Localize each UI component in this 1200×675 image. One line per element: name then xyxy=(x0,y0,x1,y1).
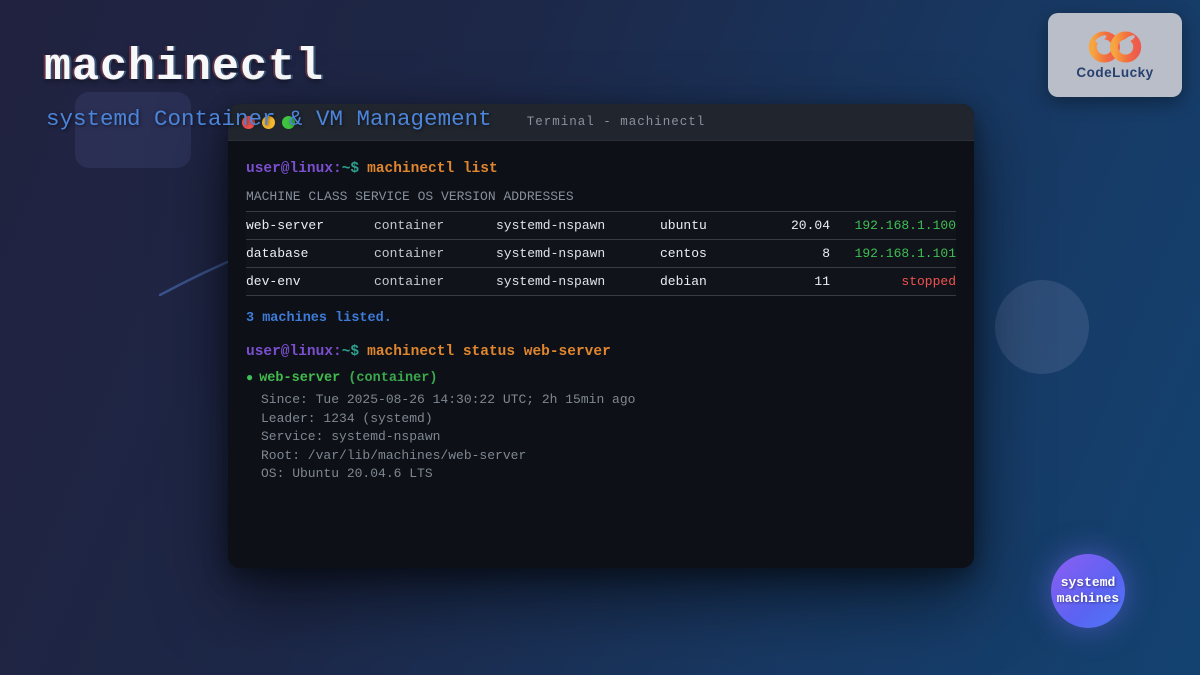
prompt-symbol: ~$ xyxy=(342,344,359,360)
cell-os: ubuntu xyxy=(660,218,758,233)
cell-address: 192.168.1.100 xyxy=(830,218,956,233)
cell-version: 20.04 xyxy=(758,218,830,233)
status-detail-service: Service: systemd-nspawn xyxy=(261,428,956,447)
terminal-body: user@linux:~$machinectl list MACHINE CLA… xyxy=(228,141,974,484)
cell-machine: web-server xyxy=(246,218,374,233)
page-title: machinectl xyxy=(44,42,324,93)
brand-name: CodeLucky xyxy=(1076,65,1153,80)
status-machine-type: (container) xyxy=(348,371,437,386)
prompt-symbol: ~$ xyxy=(342,161,359,177)
cell-address-stopped: stopped xyxy=(830,274,956,289)
status-machine-name: web-server xyxy=(259,371,340,386)
page-canvas: machinectl systemd Container & VM Manage… xyxy=(0,0,1200,675)
machines-table: web-server container systemd-nspawn ubun… xyxy=(246,211,956,296)
command-text-status: machinectl status web-server xyxy=(367,344,611,360)
status-detail-os: OS: Ubuntu 20.04.6 LTS xyxy=(261,465,956,484)
table-row-web-server: web-server container systemd-nspawn ubun… xyxy=(246,212,956,240)
page-subtitle: systemd Container & VM Management xyxy=(46,106,492,132)
cell-address: 192.168.1.101 xyxy=(830,246,956,261)
status-detail-leader: Leader: 1234 (systemd) xyxy=(261,410,956,429)
cell-machine: database xyxy=(246,246,374,261)
brand-card: CodeLucky xyxy=(1048,13,1182,97)
systemd-machines-badge: systemd machines xyxy=(1051,554,1125,628)
badge-line2: machines xyxy=(1057,591,1119,607)
cell-os: debian xyxy=(660,274,758,289)
status-running-icon: ● xyxy=(246,371,253,385)
cell-service: systemd-nspawn xyxy=(496,218,660,233)
table-row-database: database container systemd-nspawn centos… xyxy=(246,240,956,268)
machines-summary: 3 machines listed. xyxy=(246,311,956,326)
cell-version: 11 xyxy=(758,274,830,289)
status-detail-since: Since: Tue 2025-08-26 14:30:22 UTC; 2h 1… xyxy=(261,391,956,410)
cell-class: container xyxy=(374,274,496,289)
cell-class: container xyxy=(374,246,496,261)
command-line-status: user@linux:~$ machinectl status web-serve… xyxy=(246,344,956,360)
cell-version: 8 xyxy=(758,246,830,261)
status-header: ● web-server (container) xyxy=(246,371,956,386)
prompt-user: user@linux: xyxy=(246,344,342,360)
cell-service: systemd-nspawn xyxy=(496,274,660,289)
status-details: Since: Tue 2025-08-26 14:30:22 UTC; 2h 1… xyxy=(261,391,956,484)
command-line-list: user@linux:~$ machinectl list xyxy=(246,161,956,177)
table-row-dev-env: dev-env container systemd-nspawn debian … xyxy=(246,268,956,296)
terminal-window: Terminal - machinectl user@linux:~$machi… xyxy=(228,104,974,568)
cell-machine: dev-env xyxy=(246,274,374,289)
cell-service: systemd-nspawn xyxy=(496,246,660,261)
machines-table-header: MACHINE CLASS SERVICE OS VERSION ADDRESS… xyxy=(246,189,956,204)
command-text-list: machinectl list xyxy=(367,161,498,177)
cell-class: container xyxy=(374,218,496,233)
badge-line1: systemd xyxy=(1061,575,1116,591)
cell-os: centos xyxy=(660,246,758,261)
infinity-logo-icon xyxy=(1083,31,1147,63)
status-detail-root: Root: /var/lib/machines/web-server xyxy=(261,447,956,466)
decorative-circle xyxy=(995,280,1089,374)
prompt-user: user@linux: xyxy=(246,161,342,177)
